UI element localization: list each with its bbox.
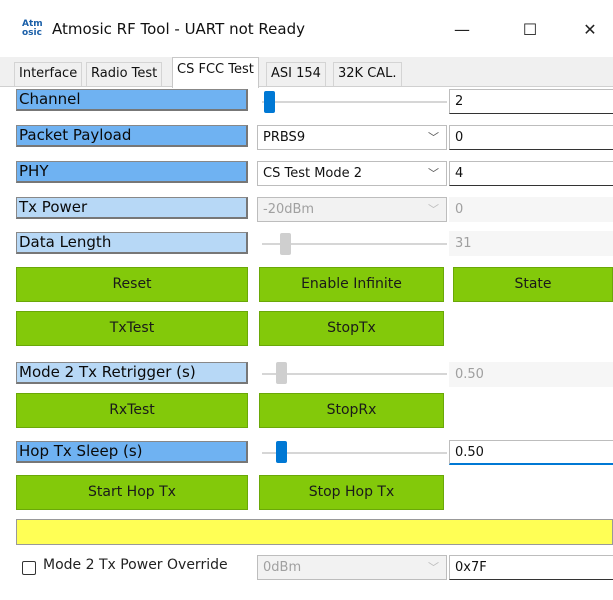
phy-selected: CS Test Mode 2 [263,166,363,181]
tx-power-label: Tx Power [16,197,248,219]
reset-button[interactable]: Reset [16,267,248,302]
override-power-selected: 0dBm [263,560,302,575]
stoprx-button[interactable]: StopRx [259,393,444,428]
minimize-icon[interactable]: — [442,16,482,44]
mode2-tx-power-override-checkbox[interactable] [22,561,36,575]
packet-payload-label: Packet Payload [16,125,248,147]
override-value-field[interactable]: 0x7F [449,555,613,580]
stoptx-button[interactable]: StopTx [259,311,444,346]
mode2-retrigger-label: Mode 2 Tx Retrigger (s) [16,362,248,384]
chevron-down-icon: ﹀ [428,131,439,144]
phy-label: PHY [16,161,248,183]
stop-hop-tx-button[interactable]: Stop Hop Tx [259,475,444,510]
phy-value-field[interactable]: 4 [449,161,613,186]
mode2-retrigger-value-field: 0.50 [449,362,613,387]
mode2-retrigger-slider-thumb [276,362,287,384]
enable-infinite-button[interactable]: Enable Infinite [259,267,444,302]
start-hop-tx-button[interactable]: Start Hop Tx [16,475,248,510]
state-button[interactable]: State [453,267,613,302]
data-length-value-field: 31 [449,231,613,256]
logo-text-bottom: osic [22,28,42,38]
tab-asi-154[interactable]: ASI 154 [266,62,326,86]
phy-select[interactable]: CS Test Mode 2 ﹀ [257,161,447,186]
channel-value-field[interactable]: 2 [449,89,613,114]
packet-payload-value-field[interactable]: 0 [449,125,613,150]
channel-slider-track[interactable] [262,101,447,103]
mode2-tx-power-override-label[interactable]: Mode 2 Tx Power Override [43,557,228,573]
tx-power-select: -20dBm ﹀ [257,197,447,222]
hop-sleep-value-field[interactable]: 0.50 [449,440,613,465]
override-power-select: 0dBm ﹀ [257,555,447,580]
tab-32k-cal[interactable]: 32K CAL. [333,62,402,86]
tab-cs-fcc-test[interactable]: CS FCC Test [172,57,259,88]
channel-slider-thumb[interactable] [264,91,275,113]
txtest-button[interactable]: TxTest [16,311,248,346]
hop-sleep-slider-thumb[interactable] [276,441,287,463]
hop-tx-sleep-label: Hop Tx Sleep (s) [16,441,248,463]
packet-payload-selected: PRBS9 [263,130,306,145]
chevron-down-icon: ﹀ [428,561,439,574]
data-length-label: Data Length [16,232,248,254]
tab-interface[interactable]: Interface [14,62,83,86]
chevron-down-icon: ﹀ [428,167,439,180]
close-icon[interactable]: ✕ [570,16,610,44]
tx-power-value-field: 0 [449,197,613,222]
chevron-down-icon: ﹀ [428,203,439,216]
atmosic-logo-icon: Atm osic [22,20,44,42]
channel-label: Channel [16,89,248,111]
status-bar [16,519,613,545]
data-length-slider-thumb [280,233,291,255]
tab-radio-test[interactable]: Radio Test [86,62,163,86]
hop-sleep-slider-track[interactable] [262,452,447,454]
rxtest-button[interactable]: RxTest [16,393,248,428]
maximize-icon[interactable]: ☐ [510,16,550,44]
tx-power-selected: -20dBm [263,202,315,217]
mode2-retrigger-slider-track [262,373,447,375]
window-title: Atmosic RF Tool - UART not Ready [52,20,305,38]
packet-payload-select[interactable]: PRBS9 ﹀ [257,125,447,150]
